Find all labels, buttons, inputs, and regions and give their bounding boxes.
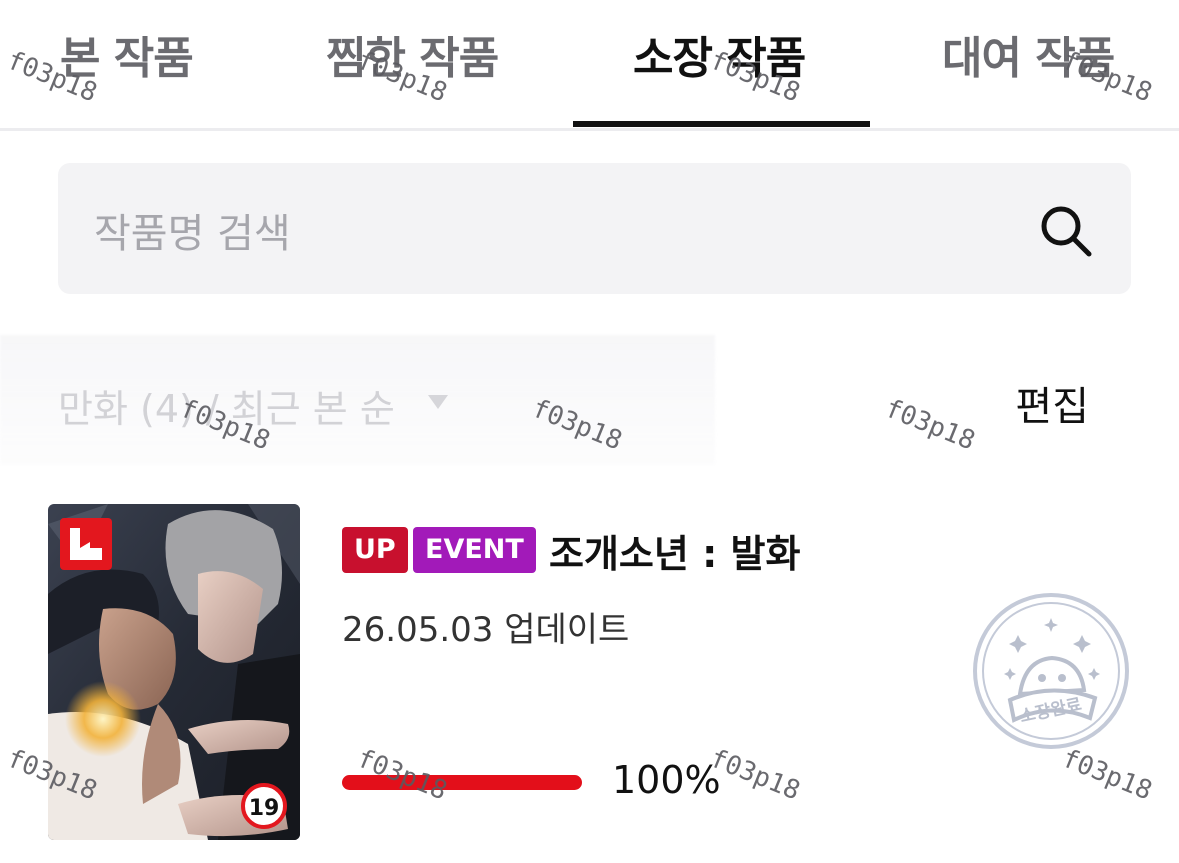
- up-badge: UP: [342, 527, 408, 573]
- caret-down-icon[interactable]: [428, 395, 448, 409]
- tab-owned[interactable]: 소장 작품: [633, 22, 806, 86]
- progress-fill: [342, 775, 582, 790]
- edit-button[interactable]: 편집: [1015, 374, 1089, 432]
- event-badge: EVENT: [413, 527, 536, 573]
- svg-text:19: 19: [249, 796, 280, 821]
- work-title[interactable]: 조개소년 : 발화: [549, 523, 800, 578]
- tab-bar: 본 작품 찜한 작품 소장 작품 대여 작품: [0, 0, 1179, 131]
- tab-rented[interactable]: 대여 작품: [942, 22, 1115, 86]
- owned-stamp: 소장완료: [973, 593, 1129, 749]
- progress-percent: 100%: [612, 758, 721, 802]
- age-rating-badge: 19: [241, 783, 287, 829]
- watermark: f03p18: [1057, 743, 1157, 807]
- search-bar[interactable]: 작품명 검색: [58, 163, 1131, 294]
- watermark: f03p18: [880, 393, 980, 457]
- active-tab-indicator: [573, 121, 870, 127]
- search-icon[interactable]: [1036, 201, 1096, 261]
- tab-wishlist[interactable]: 찜한 작품: [326, 22, 499, 86]
- update-date: 26.05.03 업데이트: [342, 610, 630, 650]
- search-input[interactable]: 작품명 검색: [94, 201, 291, 259]
- progress-bar: [342, 775, 582, 790]
- cover-image[interactable]: 19: [48, 504, 300, 840]
- tab-viewed[interactable]: 본 작품: [60, 22, 194, 86]
- lezhin-logo-icon: [60, 518, 112, 570]
- sort-filter-dropdown[interactable]: 만화 (4) / 최근 본 순: [58, 378, 395, 433]
